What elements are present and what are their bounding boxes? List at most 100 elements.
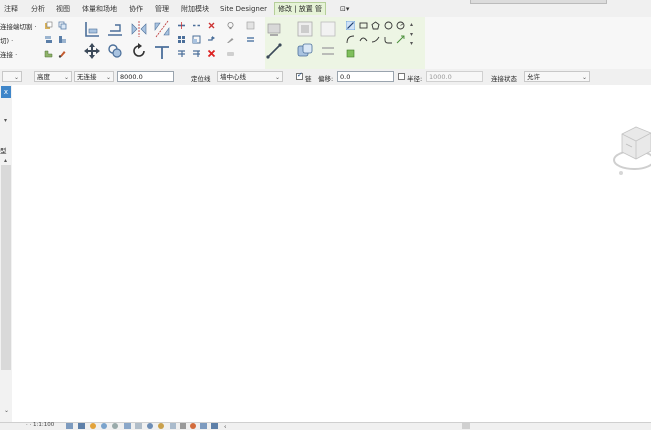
constraint-icon[interactable] xyxy=(319,42,337,60)
horizontal-scrollbar-thumb[interactable] xyxy=(462,423,470,429)
array-icon[interactable] xyxy=(177,35,186,44)
detail-level-icon xyxy=(66,423,73,429)
draw-scroll-down-icon[interactable]: ▾ xyxy=(410,31,413,38)
override-graphics-icon[interactable] xyxy=(246,21,255,30)
radius-checkbox[interactable] xyxy=(398,73,405,80)
wall-join-icon[interactable] xyxy=(44,49,53,58)
draw-tangent-arc-icon[interactable] xyxy=(371,35,380,44)
crop-view-icon xyxy=(124,423,131,429)
align-icon[interactable] xyxy=(83,20,101,38)
scroll-up-icon[interactable]: ▴ xyxy=(4,157,7,164)
join-geometry-icon[interactable] xyxy=(58,35,67,44)
scroll-down-icon[interactable]: ⌄ xyxy=(4,407,9,414)
radius-input[interactable]: 1000.0 xyxy=(426,71,483,82)
join-status-select[interactable]: 允许 ⌄ xyxy=(524,71,590,82)
split-with-gap-icon[interactable] xyxy=(192,21,201,30)
reveal-constraints-icon xyxy=(211,423,218,429)
panel-dropdown-icon[interactable]: ▾ xyxy=(4,117,7,124)
top-constraint-select[interactable]: 无连接 ⌄ xyxy=(74,71,114,82)
drawing-canvas[interactable] xyxy=(12,85,651,422)
offset-input[interactable]: 0.0 xyxy=(337,71,394,82)
level-height-select-value: 高度 xyxy=(37,73,50,81)
ribbon-label-connect[interactable]: 连接端切割 · xyxy=(0,21,37,31)
draw-rectangle-icon[interactable] xyxy=(359,21,368,30)
draw-circle-icon[interactable] xyxy=(396,21,405,30)
justification-select-value: 墙中心线 xyxy=(220,73,246,81)
panel-scrollbar-thumb[interactable] xyxy=(1,165,11,370)
similar-icon[interactable] xyxy=(319,20,337,38)
create-group-icon[interactable] xyxy=(296,42,314,60)
justification-select[interactable]: 墙中心线 ⌄ xyxy=(217,71,283,82)
ribbon-label-join[interactable]: 连接 · xyxy=(0,49,17,59)
lightbulb-icon[interactable] xyxy=(226,21,235,30)
tab-manage[interactable]: 管理 xyxy=(155,3,169,15)
pin-icon[interactable] xyxy=(207,21,216,30)
tab-annotate[interactable]: 注释 xyxy=(4,3,18,15)
tab-extra-menu[interactable]: ⊡▾ xyxy=(340,3,349,15)
split-element-icon[interactable] xyxy=(177,21,186,30)
scale-icon[interactable] xyxy=(192,35,201,44)
tab-collaborate[interactable]: 协作 xyxy=(129,3,143,15)
create-assembly-icon[interactable] xyxy=(265,20,283,38)
reveal-hidden-icon xyxy=(170,423,176,429)
draw-expand-icon[interactable]: ▾ xyxy=(410,40,413,47)
rotate-icon[interactable] xyxy=(130,42,148,60)
chevron-down-icon: ⌄ xyxy=(63,74,69,81)
chain-checkbox[interactable]: ✓ xyxy=(296,71,303,80)
chevron-down-icon: ⌄ xyxy=(105,74,111,81)
trim-multiple-icon[interactable] xyxy=(192,49,201,58)
paste-icon[interactable] xyxy=(44,21,53,30)
linework-icon[interactable] xyxy=(246,35,255,44)
eraser-icon[interactable] xyxy=(226,49,235,58)
join-status-select-value: 允许 xyxy=(527,73,540,81)
temporary-hide-icon xyxy=(158,423,164,429)
copy-icon[interactable] xyxy=(58,21,67,30)
draw-line-icon[interactable] xyxy=(346,21,355,30)
draw-arc-center-icon[interactable] xyxy=(359,35,368,44)
chevron-down-icon: ⌄ xyxy=(274,74,280,81)
level-height-select[interactable]: 高度 ⌄ xyxy=(34,71,72,82)
unpin-icon[interactable] xyxy=(207,35,216,44)
ribbon-label-cut[interactable]: 切) · xyxy=(0,35,13,45)
tab-massing-site[interactable]: 体量和场地 xyxy=(82,3,117,15)
paint-icon[interactable] xyxy=(58,49,67,58)
close-panel-button[interactable]: x xyxy=(1,86,11,98)
analytical-icon xyxy=(190,423,196,429)
draw-inscribed-polygon-icon[interactable] xyxy=(384,21,393,30)
trim-single-icon[interactable] xyxy=(177,49,186,58)
show-crop-icon xyxy=(135,423,142,429)
pick-faces-icon[interactable] xyxy=(346,49,355,58)
copy-element-icon[interactable] xyxy=(106,42,124,60)
draw-fillet-arc-icon[interactable] xyxy=(384,35,393,44)
trim-extend-corner-icon[interactable] xyxy=(153,42,171,60)
checkmark-icon: ✓ xyxy=(297,71,303,79)
options-first-dropdown[interactable]: ⌄ xyxy=(2,71,22,82)
create-parts-icon[interactable] xyxy=(296,20,314,38)
cut-geometry-icon[interactable] xyxy=(44,35,53,44)
offset-label: 偏移: xyxy=(318,75,334,83)
draw-arc-start-end-icon[interactable] xyxy=(346,35,355,44)
delete-icon[interactable] xyxy=(207,49,216,58)
mirror-pick-axis-icon[interactable] xyxy=(130,20,148,38)
mirror-draw-axis-icon[interactable] xyxy=(153,20,171,38)
offset-icon[interactable] xyxy=(106,20,124,38)
tab-view[interactable]: 视图 xyxy=(56,3,70,15)
view-control-icons: ‹ xyxy=(66,423,226,429)
measure-icon[interactable] xyxy=(265,42,283,60)
unlock-3d-icon xyxy=(147,423,153,429)
viewcube-icon[interactable] xyxy=(608,124,651,176)
move-icon[interactable] xyxy=(83,42,101,60)
tab-analyze[interactable]: 分析 xyxy=(31,3,45,15)
tab-addins[interactable]: 附加模块 xyxy=(181,3,209,15)
height-input[interactable]: 8000.0 xyxy=(117,71,174,82)
draw-polygon-icon[interactable] xyxy=(371,21,380,30)
draw-scroll-up-icon[interactable]: ▴ xyxy=(410,21,413,28)
tab-site-designer[interactable]: Site Designer xyxy=(220,3,267,15)
justification-label: 定位线 xyxy=(191,75,211,83)
pick-lines-icon[interactable] xyxy=(396,35,405,44)
render-icon xyxy=(112,423,118,429)
tab-modify-place[interactable]: 修改 | 放置 管 xyxy=(274,2,327,15)
chevron-down-icon: ⌄ xyxy=(13,74,19,81)
view-scale[interactable]: · · 1:1:100 xyxy=(26,422,54,428)
brush-icon[interactable] xyxy=(226,35,235,44)
